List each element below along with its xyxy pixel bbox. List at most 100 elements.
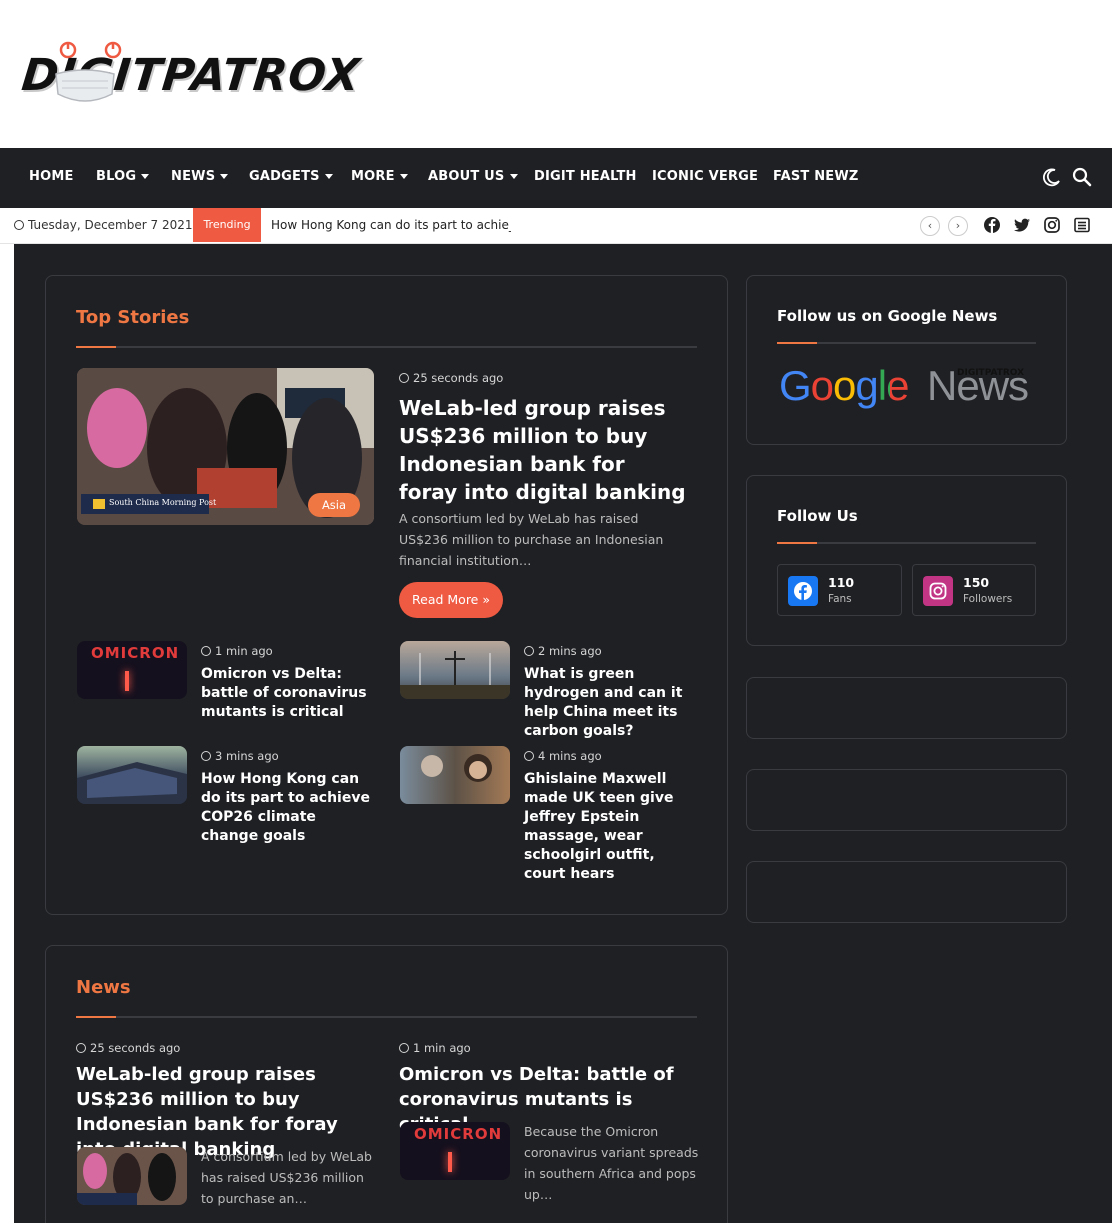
read-more-button[interactable]: Read More » — [399, 582, 503, 618]
featured-post-image[interactable]: South China Morning Post Asia — [77, 368, 374, 525]
instagram-icon[interactable] — [1043, 216, 1061, 234]
clock-icon — [201, 751, 211, 761]
nav-blog-label: BLOG — [96, 169, 137, 184]
trending-headline-link[interactable]: How Hong Kong can do its part to achie_ — [271, 208, 511, 242]
post-meta: 1 min ago — [201, 644, 273, 658]
nav-about-us[interactable]: ABOUT US — [428, 148, 518, 208]
post-thumbnail[interactable] — [77, 746, 187, 804]
caret-down-icon — [399, 174, 408, 179]
post-meta: 2 mins ago — [524, 644, 602, 658]
news-panel: News 25 seconds ago WeLab-led group rais… — [45, 945, 728, 1223]
power-lines-image — [400, 651, 510, 699]
facebook-count: 110 — [828, 575, 855, 590]
instagram-label: Followers — [963, 593, 1013, 605]
post-time: 2 mins ago — [538, 644, 602, 658]
clock-icon — [14, 220, 24, 230]
menu-icon[interactable] — [1073, 216, 1091, 234]
trending-next-button[interactable]: › — [948, 216, 968, 236]
post-time: 4 mins ago — [538, 749, 602, 763]
thumb-graphic — [125, 671, 129, 691]
nav-gadgets[interactable]: GADGETS — [249, 148, 333, 208]
post-title[interactable]: Omicron vs Delta: battle of coronavirus … — [201, 665, 377, 722]
empty-widget — [746, 861, 1067, 923]
nav-home[interactable]: HOME — [29, 148, 74, 208]
nav-fast-newz-label: FAST NEWZ — [773, 169, 859, 184]
post-excerpt: Because the Omicron coronavirus variant … — [524, 1124, 699, 1202]
facebook-follow-button[interactable]: 110 Fans — [777, 564, 902, 616]
clock-icon — [201, 646, 211, 656]
section-title: News — [76, 977, 131, 998]
twitter-icon[interactable] — [1013, 216, 1031, 234]
solar-roof-image — [77, 762, 187, 804]
nav-more[interactable]: MORE — [351, 148, 408, 208]
nav-home-label: HOME — [29, 169, 74, 184]
post-title[interactable]: Ghislaine Maxwell made UK teen give Jeff… — [524, 770, 700, 884]
nav-blog[interactable]: BLOG — [96, 148, 150, 208]
trending-badge: Trending — [193, 208, 261, 242]
post-excerpt: A consortium led by WeLab has raised US$… — [201, 1149, 372, 1206]
section-divider-accent — [76, 346, 116, 348]
empty-widget — [746, 677, 1067, 739]
image-caption: South China Morning Post — [109, 498, 217, 507]
clock-icon — [399, 373, 409, 383]
google-news-widget: Follow us on Google News Google News DIG… — [746, 275, 1067, 445]
featured-post-title[interactable]: WeLab-led group raises US$236 million to… — [399, 394, 689, 506]
clock-icon — [76, 1043, 86, 1053]
instagram-follow-button[interactable]: 150 Followers — [912, 564, 1036, 616]
post-meta: 3 mins ago — [201, 749, 279, 763]
instagram-count: 150 — [963, 575, 990, 590]
post-time: 25 seconds ago — [413, 371, 504, 385]
main-content: Top Stories South China Morning Post Asi… — [14, 244, 1112, 1223]
post-title[interactable]: How Hong Kong can do its part to achieve… — [201, 770, 377, 846]
nav-about-us-label: ABOUT US — [428, 169, 505, 184]
nav-digit-health[interactable]: DIGIT HEALTH — [534, 148, 637, 208]
top-stories-panel: Top Stories South China Morning Post Asi… — [45, 275, 728, 915]
section-divider — [76, 1016, 697, 1018]
google-news-link[interactable]: Google News DIGITPATROX — [779, 362, 1035, 414]
facebook-icon[interactable] — [983, 216, 1001, 234]
caret-down-icon — [141, 174, 150, 179]
post-thumbnail[interactable]: OMICRON — [400, 1122, 510, 1180]
empty-widget — [746, 769, 1067, 831]
caret-down-icon — [220, 174, 229, 179]
post-meta: 25 seconds ago — [399, 371, 503, 385]
instagram-icon — [923, 576, 953, 606]
thumb-graphic — [448, 1152, 452, 1172]
nav-more-label: MORE — [351, 169, 395, 184]
nav-fast-newz[interactable]: FAST NEWZ — [773, 148, 859, 208]
widget-title: Follow us on Google News — [777, 307, 998, 325]
nav-news-label: NEWS — [171, 169, 216, 184]
post-thumbnail[interactable] — [400, 641, 510, 699]
post-thumbnail[interactable] — [77, 1147, 187, 1205]
clock-icon — [524, 646, 534, 656]
post-thumbnail[interactable] — [400, 746, 510, 804]
post-time: 3 mins ago — [215, 749, 279, 763]
thumb-text: OMICRON — [414, 1125, 503, 1143]
trending-prev-button[interactable]: ‹ — [920, 216, 940, 236]
facebook-label: Fans — [828, 593, 852, 605]
post-title[interactable]: What is green hydrogen and can it help C… — [524, 665, 700, 741]
nav-iconic-verge-label: ICONIC VERGE — [652, 169, 759, 184]
nav-digit-health-label: DIGIT HEALTH — [534, 169, 637, 184]
top-bar: Tuesday, December 7 2021 Trending How Ho… — [0, 208, 1112, 244]
face-mask-icon — [55, 69, 115, 102]
widget-title: Follow Us — [777, 507, 858, 525]
logo-overlay-text: DIGITPATROX — [957, 368, 1025, 378]
category-badge[interactable]: Asia — [308, 493, 360, 517]
thumb-text: OMICRON — [91, 644, 180, 662]
site-header: DIGITPATROX — [0, 0, 1112, 148]
featured-post-excerpt: A consortium led by WeLab has raised US$… — [399, 511, 664, 568]
section-divider — [76, 346, 697, 348]
nav-news[interactable]: NEWS — [171, 148, 229, 208]
post-thumbnail[interactable]: OMICRON — [77, 641, 187, 699]
clock-icon — [399, 1043, 409, 1053]
current-date: Tuesday, December 7 2021 — [14, 208, 192, 242]
moon-icon[interactable] — [1041, 166, 1063, 188]
post-time: 1 min ago — [215, 644, 273, 658]
nav-iconic-verge[interactable]: ICONIC VERGE — [652, 148, 758, 208]
search-icon[interactable] — [1071, 166, 1093, 188]
post-meta: 1 min ago — [399, 1041, 471, 1055]
site-logo[interactable]: DIGITPATROX — [19, 40, 363, 106]
post-time: 1 min ago — [413, 1041, 471, 1055]
caret-down-icon — [324, 174, 333, 179]
